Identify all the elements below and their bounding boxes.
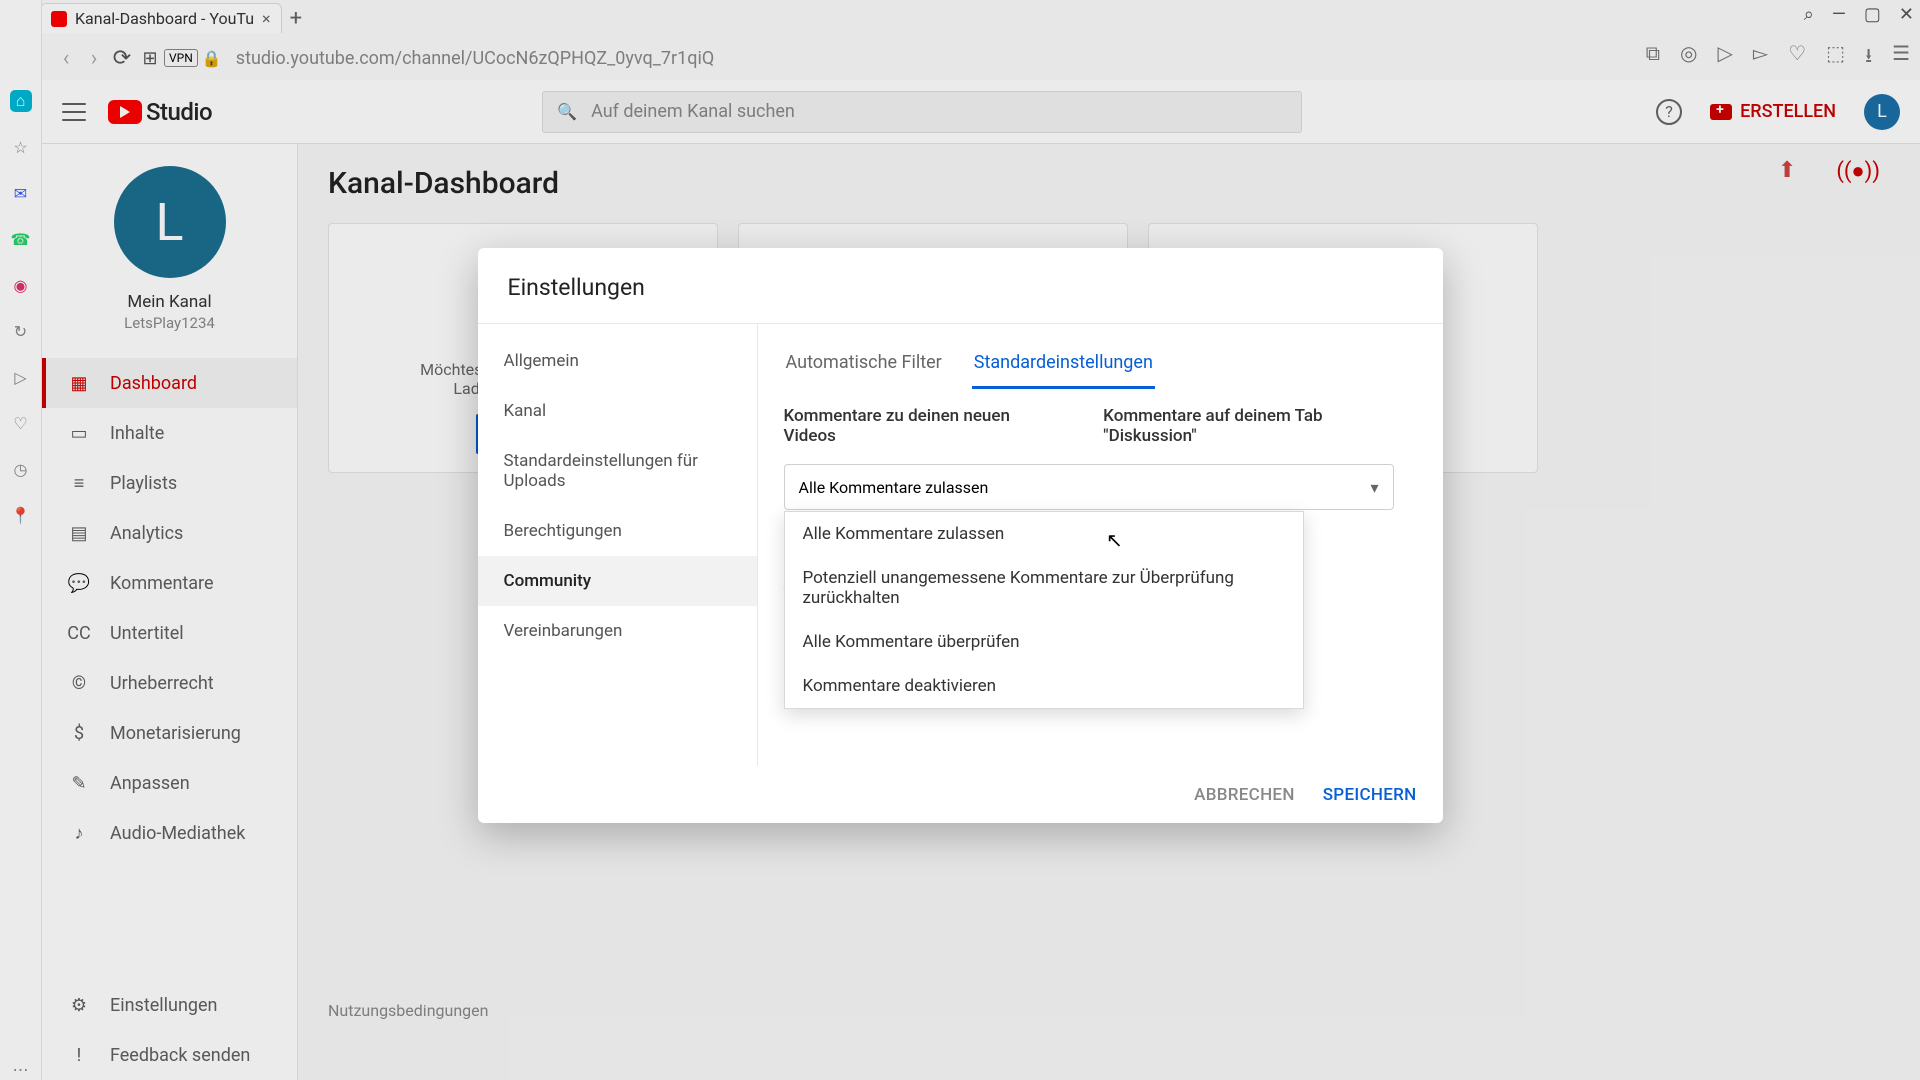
dropdown-menu: Alle Kommentare zulassenPotenziell unang… xyxy=(784,511,1304,709)
modal-title: Einstellungen xyxy=(478,248,1443,323)
modal-content: Automatische Filter Standardeinstellungen… xyxy=(758,324,1443,766)
chevron-down-icon: ▾ xyxy=(1370,478,1378,497)
section-heading-discussion: Kommentare auf deinem Tab "Diskussion" xyxy=(1103,406,1416,446)
modal-nav-item[interactable]: Community xyxy=(478,556,757,606)
dropdown-option[interactable]: Kommentare deaktivieren xyxy=(785,664,1303,708)
modal-nav-item[interactable]: Vereinbarungen xyxy=(478,606,757,656)
modal-nav-item[interactable]: Standardeinstellungen für Uploads xyxy=(478,436,757,506)
modal-tab[interactable]: Automatische Filter xyxy=(784,342,944,389)
modal-tab[interactable]: Standardeinstellungen xyxy=(972,342,1155,389)
modal-nav-item[interactable]: Kanal xyxy=(478,386,757,436)
save-button[interactable]: SPEICHERN xyxy=(1323,785,1417,805)
comments-dropdown[interactable]: Alle Kommentare zulassen ▾ Alle Kommenta… xyxy=(784,464,1394,510)
dropdown-option[interactable]: Potenziell unangemessene Kommentare zur … xyxy=(785,556,1303,620)
settings-modal: Einstellungen AllgemeinKanalStandardeins… xyxy=(478,248,1443,823)
modal-tabs: Automatische Filter Standardeinstellungen xyxy=(784,342,1417,390)
modal-nav-item[interactable]: Allgemein xyxy=(478,336,757,386)
section-heading-new-videos: Kommentare zu deinen neuen Videos xyxy=(784,406,1064,446)
modal-nav-item[interactable]: Berechtigungen xyxy=(478,506,757,556)
modal-sidebar: AllgemeinKanalStandardeinstellungen für … xyxy=(478,324,758,766)
modal-backdrop: Einstellungen AllgemeinKanalStandardeins… xyxy=(0,0,1920,1080)
cancel-button[interactable]: ABBRECHEN xyxy=(1194,785,1295,805)
dropdown-option[interactable]: Alle Kommentare überprüfen xyxy=(785,620,1303,664)
dropdown-selected-value: Alle Kommentare zulassen xyxy=(799,478,989,497)
dropdown-option[interactable]: Alle Kommentare zulassen xyxy=(785,512,1303,556)
